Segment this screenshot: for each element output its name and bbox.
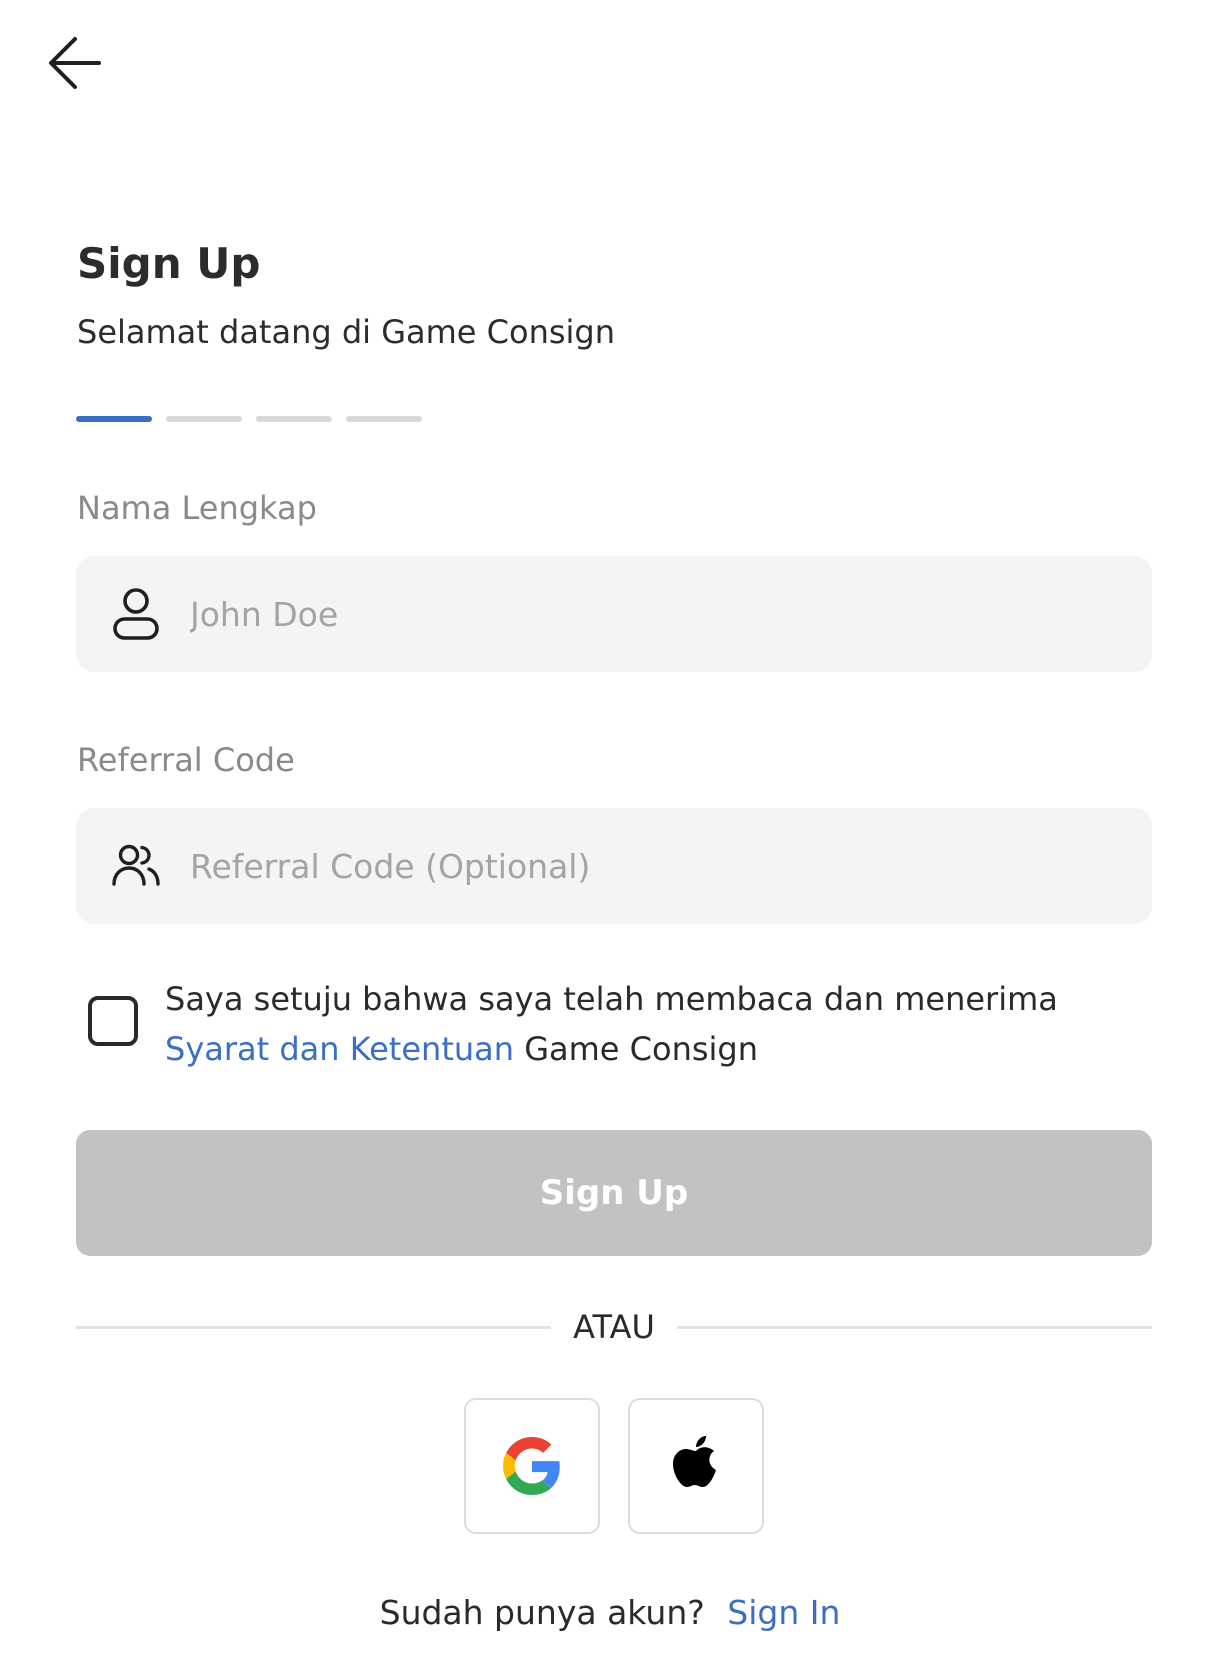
terms-text-before: Saya setuju bahwa saya telah membaca dan… [165, 980, 1058, 1018]
step-indicator-2 [166, 416, 242, 422]
divider-line-left [76, 1325, 552, 1329]
name-label: Nama Lengkap [77, 489, 317, 527]
referral-input[interactable] [190, 836, 1090, 896]
divider-line-right [676, 1325, 1152, 1329]
arrow-left-icon [49, 37, 101, 89]
referral-field[interactable] [76, 808, 1152, 924]
apple-icon [673, 1436, 716, 1487]
user-icon [106, 584, 166, 644]
step-indicator-1 [76, 416, 152, 422]
step-progress [76, 416, 422, 422]
step-indicator-3 [256, 416, 332, 422]
name-field[interactable] [76, 556, 1152, 672]
referral-label: Referral Code [77, 741, 295, 779]
terms-link[interactable]: Syarat dan Ketentuan [165, 1030, 514, 1068]
divider-text: ATAU [573, 1308, 655, 1346]
step-indicator-4 [346, 416, 422, 422]
or-divider: ATAU [76, 1305, 1152, 1349]
google-sign-in-button[interactable] [464, 1398, 600, 1534]
google-icon [503, 1437, 560, 1495]
sign-in-link[interactable]: Sign In [727, 1593, 840, 1632]
users-icon [106, 836, 166, 896]
terms-text-after: Game Consign [514, 1030, 758, 1068]
sign-in-prompt: Sudah punya akun? [379, 1593, 705, 1632]
name-input[interactable] [190, 584, 1090, 644]
page-subtitle: Selamat datang di Game Consign [77, 313, 616, 351]
terms-checkbox[interactable] [88, 996, 138, 1046]
sign-in-row: Sudah punya akun? Sign In [0, 1590, 1220, 1636]
apple-sign-in-button[interactable] [628, 1398, 764, 1534]
page-title: Sign Up [77, 239, 261, 288]
terms-text: Saya setuju bahwa saya telah membaca dan… [165, 974, 1125, 1074]
back-button[interactable] [44, 30, 106, 96]
sign-up-button[interactable]: Sign Up [76, 1130, 1152, 1256]
